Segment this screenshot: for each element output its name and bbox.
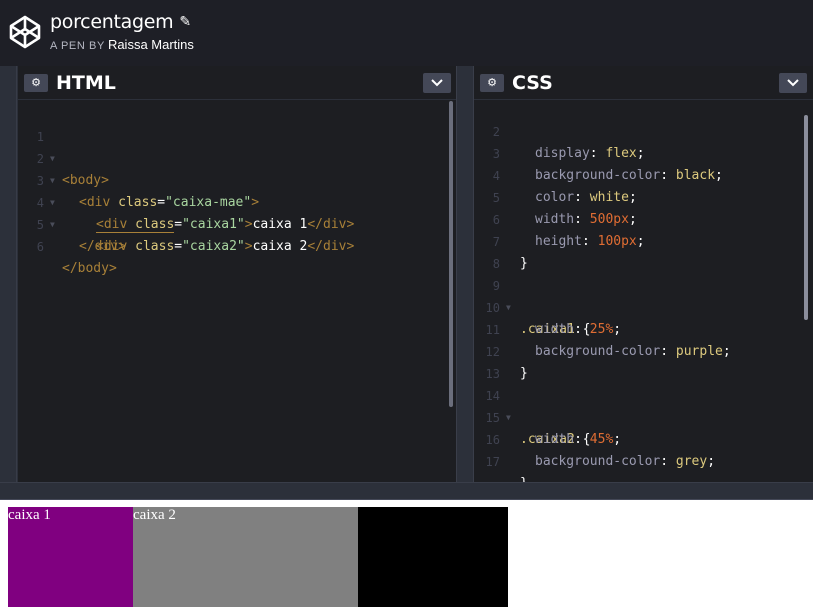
code-line: 1 ▼ <body>: [18, 104, 448, 188]
line-number: 17: [485, 455, 500, 469]
code-line: 12 }: [474, 319, 804, 381]
code-line: 4 color: white;: [474, 143, 804, 205]
chevron-down-icon: [431, 79, 443, 87]
chevron-down-icon: [787, 79, 799, 87]
code-line: 17 }: [474, 429, 804, 491]
caixa1-box: caixa 1: [8, 507, 133, 607]
code-text: </div>: [79, 239, 126, 254]
code-line: 2 ▼ <div class="caixa-mae">: [18, 126, 448, 210]
pane-resize-divider[interactable]: [456, 66, 474, 482]
code-line: 5 width: 500px;: [474, 165, 804, 227]
pen-byline: A PEN BY Raissa Martins: [50, 37, 194, 52]
css-editor-pane: ⚙ CSS 2 display: flex; 3 background-colo…: [474, 66, 813, 491]
gear-icon: ⚙: [31, 77, 41, 89]
code-line: 11 background-color: purple;: [474, 297, 804, 359]
by-label: A PEN BY: [50, 40, 105, 52]
html-editor-pane: ⚙ HTML 1 ▼ <body> 2 ▼ <div class="caixa-…: [18, 66, 456, 482]
code-line: 6 </body>: [18, 214, 448, 276]
html-settings-button[interactable]: ⚙: [24, 74, 48, 92]
code-text: background-color: grey;: [535, 454, 716, 469]
code-line: 2 display: flex;: [474, 99, 804, 161]
css-collapse-button[interactable]: [779, 73, 807, 93]
code-line: 3 background-color: black;: [474, 121, 804, 183]
result-resize-bar[interactable]: [0, 482, 813, 500]
code-line: 13: [474, 341, 804, 381]
editor-area: ⚙ HTML 1 ▼ <body> 2 ▼ <div class="caixa-…: [0, 66, 813, 491]
pen-header: porcentagem ✎ A PEN BY Raissa Martins: [0, 0, 813, 66]
code-text: <div class="caixa2">caixa 2</div>: [96, 239, 355, 254]
caixa2-box: caixa 2: [133, 507, 358, 607]
code-line: 14 ▼ .caixa2 {: [474, 363, 804, 447]
code-line: 7 }: [474, 209, 804, 271]
caixa-mae-box: caixa 1 caixa 2: [8, 507, 508, 607]
code-line: 15 width: 45%;: [474, 385, 804, 447]
author-link[interactable]: Raissa Martins: [108, 37, 194, 52]
css-code-editor[interactable]: 2 display: flex; 3 background-color: bla…: [474, 99, 813, 491]
pen-title[interactable]: porcentagem ✎: [50, 11, 191, 33]
code-text: </body>: [62, 261, 117, 276]
code-line: 16 background-color: grey;: [474, 407, 804, 469]
gear-icon: ⚙: [487, 77, 497, 89]
code-line: 8: [474, 231, 804, 271]
line-number: 6: [36, 240, 44, 254]
pencil-icon[interactable]: ✎: [179, 14, 191, 30]
html-scrollbar[interactable]: [449, 101, 453, 407]
result-preview: caixa 1 caixa 2: [0, 500, 813, 613]
css-settings-button[interactable]: ⚙: [480, 74, 504, 92]
html-collapse-button[interactable]: [423, 73, 451, 93]
css-pane-title: CSS: [512, 72, 553, 94]
html-pane-title: HTML: [56, 72, 116, 94]
html-code-editor[interactable]: 1 ▼ <body> 2 ▼ <div class="caixa-mae"> 3…: [18, 101, 456, 482]
left-resize-rail[interactable]: [0, 66, 17, 482]
css-pane-header: ⚙ CSS: [474, 66, 813, 100]
html-pane-header: ⚙ HTML: [18, 66, 456, 100]
code-line: 9 ▼ .caixa1 {: [474, 253, 804, 337]
code-line: 3 ▼ <div class="caixa1">caixa 1</div>: [18, 148, 448, 233]
code-line: 10 width: 25%;: [474, 275, 804, 337]
code-line: 6 height: 100px;: [474, 187, 804, 249]
code-line: 5 </div>: [18, 192, 448, 254]
code-line: 4 ▼ <div class="caixa2">caixa 2</div>: [18, 170, 448, 254]
css-scrollbar[interactable]: [804, 115, 808, 320]
codepen-logo-icon[interactable]: [9, 15, 41, 49]
pen-title-text[interactable]: porcentagem: [50, 11, 174, 33]
